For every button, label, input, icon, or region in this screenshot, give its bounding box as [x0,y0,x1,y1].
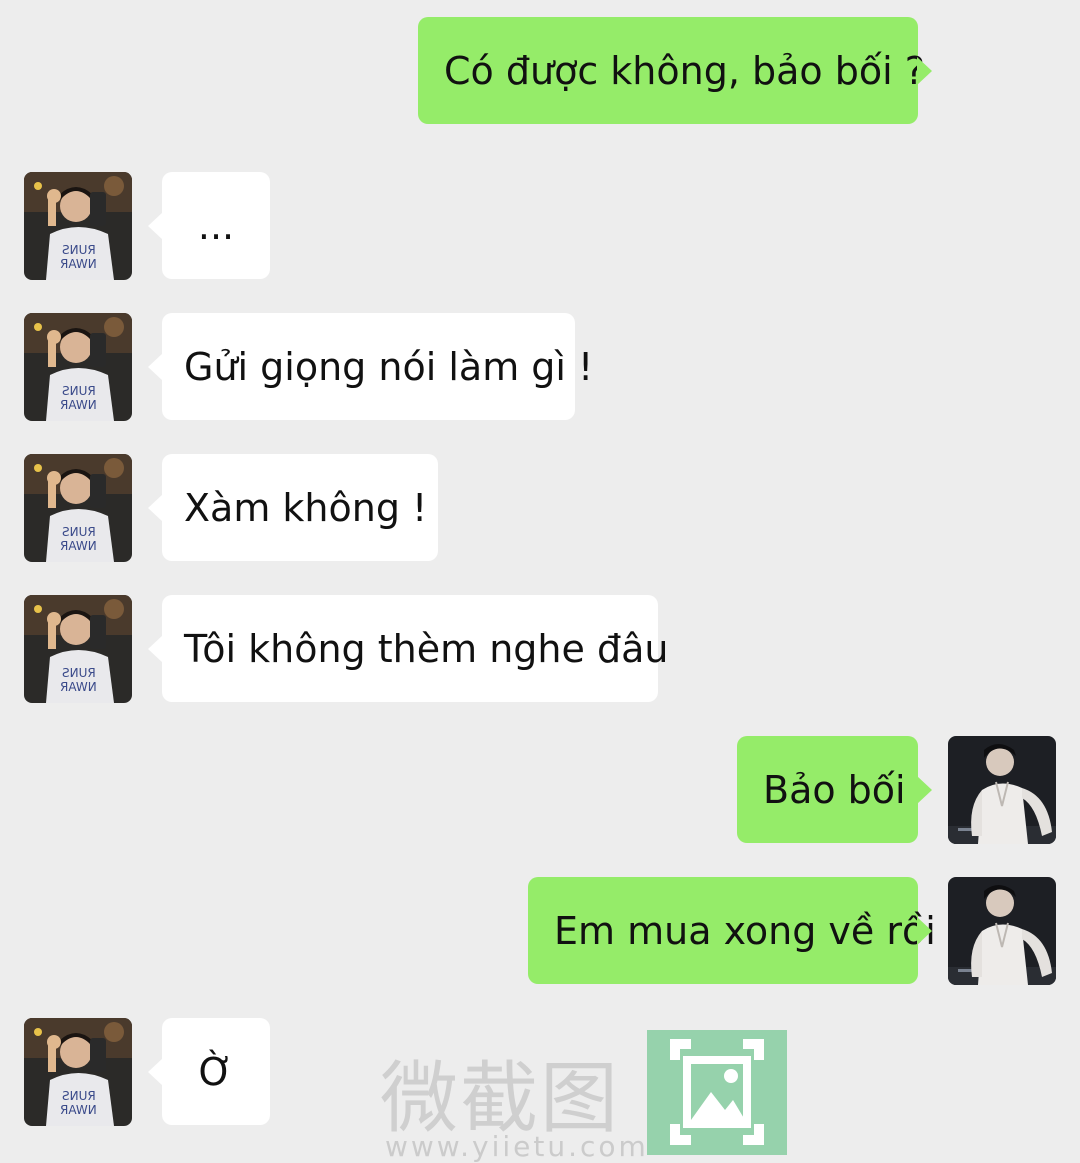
contact-photo: ƧИUЯ ЯAWИ [24,1018,132,1126]
contact-photo: ƧИUЯ ЯAWИ [24,172,132,280]
svg-text:ƧИUЯ: ƧИUЯ [62,666,96,680]
message-text: Có được không, bảo bối ? [444,48,925,93]
watermark-url: www.yiietu.com [385,1130,649,1163]
message-bubble-outgoing[interactable]: Bảo bối [737,736,932,843]
message-bubble-incoming[interactable]: Gửi giọng nói làm gì ! [148,313,593,420]
svg-text:ЯAWИ: ЯAWИ [60,257,97,271]
message-bubble-outgoing[interactable]: Em mua xong về rồi [528,877,936,984]
message-text: Xàm không ! [184,485,428,530]
message-bubble-incoming[interactable]: Tôi không thèm nghe đâu [148,595,668,702]
svg-text:ƧИUЯ: ƧИUЯ [62,525,96,539]
chat-area: Có được không, bảo bối ? ƧИUЯ ЯAWИ ... Ƨ… [0,0,1080,1163]
avatar-contact[interactable]: ƧИUЯ ЯAWИ [24,313,132,421]
message-text: Em mua xong về rồi [554,908,936,953]
message-bubble-outgoing[interactable]: Có được không, bảo bối ? [418,17,932,124]
message-text: Gửi giọng nói làm gì ! [184,344,594,389]
contact-photo: ƧИUЯ ЯAWИ [24,313,132,421]
svg-text:ƧИUЯ: ƧИUЯ [62,243,96,257]
contact-photo: ƧИUЯ ЯAWИ [24,454,132,562]
message-text: Bảo bối [763,767,906,812]
message-bubble-incoming[interactable]: ... [148,172,270,279]
avatar-contact[interactable]: ƧИUЯ ЯAWИ [24,595,132,703]
svg-text:ƧИUЯ: ƧИUЯ [62,1089,96,1103]
watermark: 微截图 www.yiietu.com [375,1030,795,1163]
contact-photo: ƧИUЯ ЯAWИ [24,595,132,703]
message-bubble-incoming[interactable]: Ờ [148,1018,270,1125]
self-photo [948,877,1056,985]
avatar-self[interactable] [948,877,1056,985]
message-text: ... [197,203,235,248]
svg-text:ЯAWИ: ЯAWИ [60,680,97,694]
avatar-contact[interactable]: ƧИUЯ ЯAWИ [24,172,132,280]
svg-text:ƧИUЯ: ƧИUЯ [62,384,96,398]
svg-text:ЯAWИ: ЯAWИ [60,539,97,553]
message-bubble-incoming[interactable]: Xàm không ! [148,454,438,561]
watermark-brand: 微截图 [380,1054,621,1144]
avatar-self[interactable] [948,736,1056,844]
message-text: Ờ [198,1049,234,1094]
avatar-contact[interactable]: ƧИUЯ ЯAWИ [24,1018,132,1126]
self-photo [948,736,1056,844]
svg-text:ЯAWИ: ЯAWИ [60,398,97,412]
image-crop-icon [647,1030,787,1155]
message-text: Tôi không thèm nghe đâu [184,626,669,671]
avatar-contact[interactable]: ƧИUЯ ЯAWИ [24,454,132,562]
svg-text:ЯAWИ: ЯAWИ [60,1103,97,1117]
